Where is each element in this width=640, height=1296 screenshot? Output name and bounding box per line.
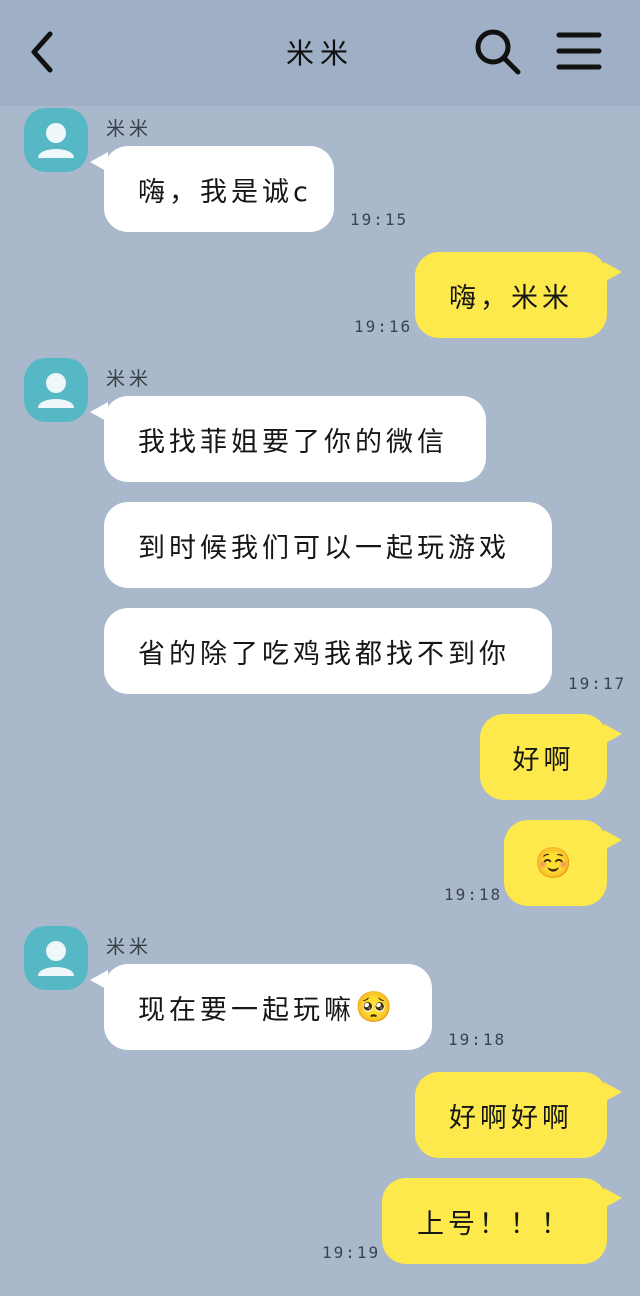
timestamp: 19:16 (354, 317, 413, 336)
avatar[interactable] (24, 108, 88, 172)
message-bubble[interactable]: 到时候我们可以一起玩游戏 (104, 502, 552, 588)
sender-name: 米米 (106, 118, 153, 140)
timestamp: 19:17 (568, 674, 627, 693)
top-bar: 米米 (0, 0, 640, 106)
timestamp: 19:15 (350, 210, 409, 229)
timestamp: 19:19 (322, 1243, 381, 1262)
message-text: 省的除了吃鸡我都找不到你 (138, 638, 510, 670)
menu-icon[interactable] (556, 30, 602, 72)
message-text: 上号！！！ (417, 1208, 572, 1240)
message-text: 现在要一起玩嘛 (138, 994, 355, 1026)
smiling-face-emoji: ☺️ (534, 845, 577, 881)
pleading-face-emoji: 🥺 (355, 989, 397, 1025)
sender-name: 米米 (106, 936, 153, 958)
message-bubble[interactable]: 省的除了吃鸡我都找不到你 (104, 608, 552, 694)
message-text: 好啊 (512, 744, 575, 776)
avatar[interactable] (24, 926, 88, 990)
message-bubble[interactable]: ☺️ (504, 820, 607, 906)
timestamp: 19:18 (448, 1030, 507, 1049)
message-text: 嗨，米米 (449, 282, 573, 314)
person-icon (38, 123, 74, 158)
message-text: 我找菲姐要了你的微信 (138, 426, 448, 458)
avatar[interactable] (24, 358, 88, 422)
message-bubble[interactable]: 好啊好啊 (415, 1072, 607, 1158)
timestamp: 19:18 (444, 885, 503, 904)
person-icon (38, 373, 74, 408)
sender-name: 米米 (106, 368, 153, 390)
message-text: 到时候我们可以一起玩游戏 (138, 532, 510, 564)
message-bubble[interactable]: 嗨，米米 (415, 252, 607, 338)
message-bubble[interactable]: 我找菲姐要了你的微信 (104, 396, 486, 482)
message-text: 嗨，我是诚c (138, 176, 312, 208)
chat-title: 米米 (285, 37, 354, 70)
message-bubble[interactable]: 嗨，我是诚c (104, 146, 334, 232)
message-bubble[interactable]: 上号！！！ (382, 1178, 607, 1264)
search-icon[interactable] (472, 26, 524, 78)
message-bubble[interactable]: 现在要一起玩嘛 🥺 (104, 964, 432, 1050)
message-bubble[interactable]: 好啊 (480, 714, 607, 800)
person-icon (38, 941, 74, 976)
message-text: 好啊好啊 (449, 1102, 573, 1134)
